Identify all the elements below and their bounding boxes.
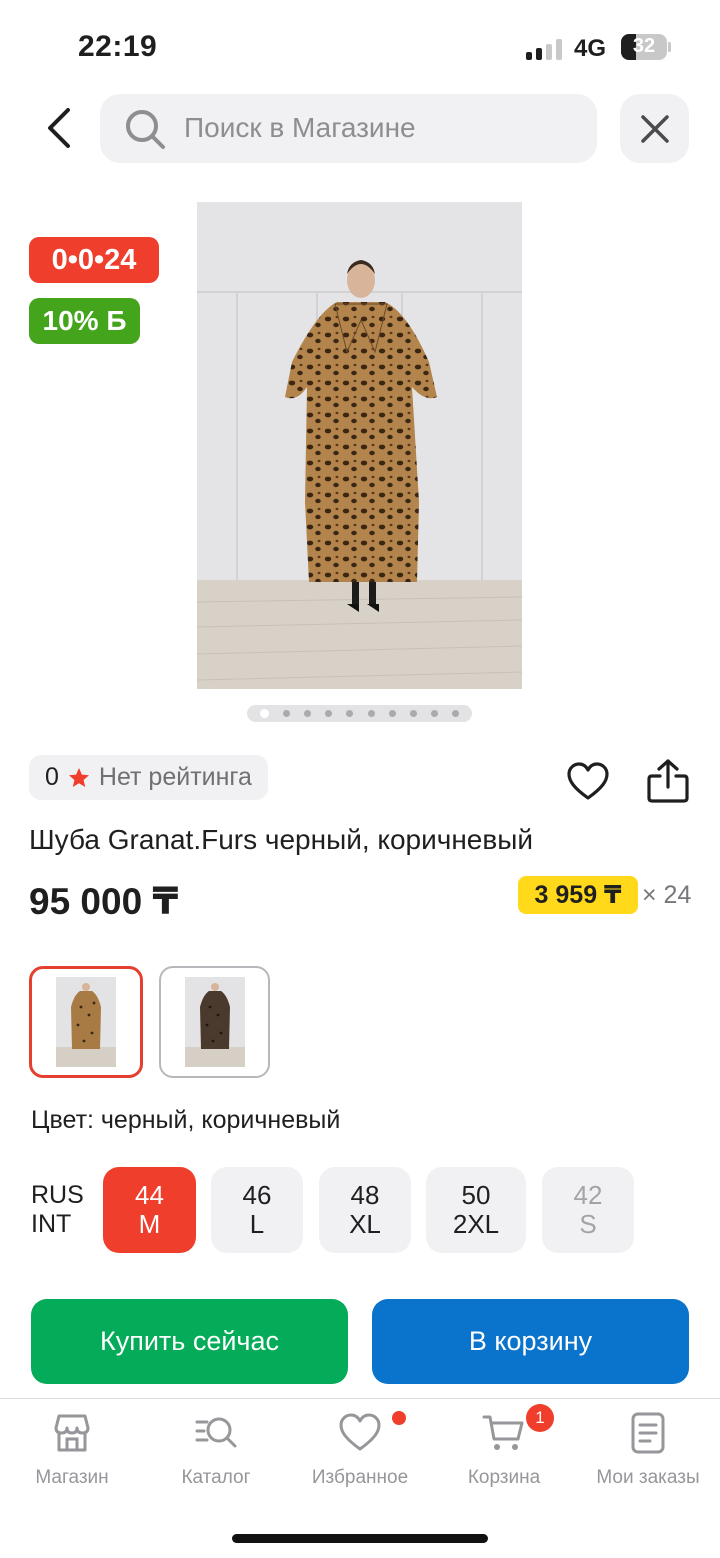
battery-tip	[668, 42, 671, 52]
installment-badge: 0•0•24	[29, 237, 159, 283]
share-icon	[647, 759, 689, 803]
add-to-favorites-button[interactable]	[566, 760, 610, 804]
nav-item-store[interactable]: Магазин	[0, 1411, 144, 1489]
nav-label: Корзина	[467, 1467, 541, 1488]
nav-label: Каталог	[181, 1467, 251, 1488]
carousel-dot[interactable]	[346, 710, 354, 717]
size-option[interactable]: 48 XL	[319, 1167, 411, 1253]
battery-level: 32	[632, 35, 656, 57]
size-int: S	[579, 1209, 597, 1239]
close-icon	[640, 114, 669, 143]
product-title: Шуба Granat.Furs черный, коричневый	[29, 824, 534, 855]
status-bar: 22:19 4G 32	[0, 0, 720, 90]
size-system-label: RUS INT	[31, 1181, 84, 1239]
size-int: L	[249, 1209, 265, 1239]
installment-months: × 24	[642, 881, 692, 909]
rating-label: Нет рейтинга	[98, 763, 252, 791]
nav-item-favorites[interactable]: Избранное	[288, 1411, 432, 1489]
share-button[interactable]	[646, 758, 690, 804]
carousel-dot[interactable]	[304, 710, 312, 717]
installment-price[interactable]: 3 959 ₸	[518, 876, 638, 914]
carousel-dot[interactable]	[388, 710, 396, 717]
carousel-dot[interactable]	[451, 710, 459, 717]
size-option[interactable]: 46 L	[211, 1167, 303, 1253]
variant-thumbnail	[184, 977, 245, 1067]
cart-icon	[482, 1415, 524, 1450]
store-icon	[54, 1414, 90, 1452]
nav-label: Магазин	[35, 1467, 109, 1488]
nav-item-orders[interactable]: Мои заказы	[576, 1411, 720, 1489]
signal-icon	[526, 38, 562, 60]
back-button[interactable]	[34, 100, 84, 156]
size-option[interactable]: 42 S	[542, 1167, 634, 1253]
orders-icon	[631, 1412, 665, 1454]
size-rus: 42	[573, 1180, 603, 1210]
search-icon	[126, 110, 165, 149]
size-rus: 50	[461, 1180, 491, 1210]
cart-count-badge: 1	[526, 1404, 554, 1432]
status-time: 22:19	[78, 30, 158, 63]
size-system-rus: RUS	[31, 1181, 84, 1209]
size-option[interactable]: 50 2XL	[426, 1167, 526, 1253]
carousel-dot[interactable]	[430, 710, 438, 717]
home-indicator[interactable]	[232, 1534, 488, 1543]
product-price: 95 000 ₸	[29, 881, 179, 922]
carousel-dot[interactable]	[283, 710, 291, 717]
favorites-notification-dot	[392, 1411, 406, 1425]
nav-label: Мои заказы	[596, 1467, 700, 1488]
heart-icon	[339, 1413, 381, 1451]
size-rus: 44	[135, 1180, 164, 1210]
color-variant-brown[interactable]	[29, 966, 143, 1078]
star-icon	[68, 767, 89, 787]
image-carousel-indicator[interactable]	[247, 705, 472, 722]
size-option[interactable]: 44 M	[103, 1167, 196, 1253]
rating-count: 0	[45, 763, 59, 791]
size-int: M	[138, 1209, 161, 1239]
size-int: XL	[349, 1209, 381, 1239]
close-button[interactable]	[620, 94, 689, 163]
product-image[interactable]	[197, 202, 522, 689]
heart-icon	[567, 762, 609, 800]
nav-label: Избранное	[311, 1467, 409, 1488]
catalog-search-icon	[195, 1417, 237, 1448]
network-type: 4G	[574, 35, 607, 62]
search-placeholder: Поиск в Магазине	[184, 112, 416, 143]
size-system-int: INT	[31, 1210, 72, 1238]
carousel-dot[interactable]	[367, 710, 375, 717]
nav-item-cart[interactable]: Корзина	[432, 1411, 576, 1489]
chevron-left-icon	[48, 108, 70, 148]
coat-photo-illustration	[197, 202, 522, 689]
bonus-badge: 10% Б	[29, 298, 140, 344]
battery-icon: 32	[621, 34, 667, 60]
size-rus: 46	[242, 1180, 272, 1210]
variant-thumbnail	[56, 977, 116, 1067]
carousel-dot[interactable]	[260, 709, 270, 718]
color-label: Цвет: черный, коричневый	[31, 1106, 341, 1134]
nav-item-catalog[interactable]: Каталог	[144, 1411, 288, 1489]
size-int: 2XL	[452, 1209, 500, 1239]
carousel-dot[interactable]	[409, 710, 417, 717]
add-to-cart-button[interactable]: В корзину	[372, 1299, 689, 1384]
color-variant-black[interactable]	[159, 966, 270, 1078]
rating-chip[interactable]: 0 Нет рейтинга	[29, 755, 268, 800]
size-rus: 48	[350, 1180, 380, 1210]
carousel-dot[interactable]	[325, 710, 333, 717]
buy-now-button[interactable]: Купить сейчас	[31, 1299, 348, 1384]
search-input[interactable]: Поиск в Магазине	[100, 94, 597, 163]
